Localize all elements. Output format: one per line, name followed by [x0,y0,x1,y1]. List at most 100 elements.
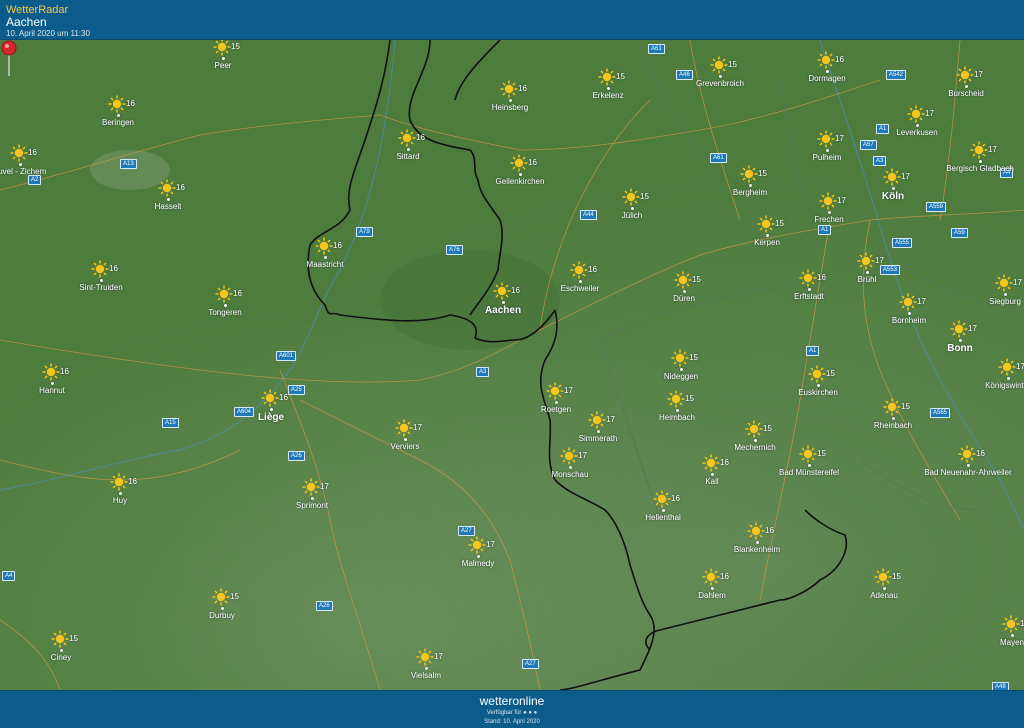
temperature-label: 15 [69,634,78,643]
sun-icon [110,473,128,491]
updated-text: Stand: 10. April 2020 [484,719,540,725]
city-name: Sprimont [295,501,329,510]
sun-icon [808,365,826,383]
city-name: Hasselt [154,202,182,211]
temperature-label: 16 [128,477,137,486]
city-dot [502,301,505,304]
city-dot [555,401,558,404]
city-name: Simmerath [578,434,618,443]
temperature-label: 15 [817,449,826,458]
sun-icon [546,382,564,400]
city-dot [719,75,722,78]
temperature-label: 17 [1016,362,1024,371]
sun-icon [653,490,671,508]
city-name: Heimbach [658,413,696,422]
sun-icon [857,252,875,270]
road-badge: A26 [288,451,305,461]
city-name: Eschweiler [560,284,600,293]
temperature-label: 16 [126,99,135,108]
temperature-label: 17 [968,324,977,333]
sun-icon [757,215,775,233]
temperature-label: 15 [230,592,239,601]
wetteronline-logo: wetteronline [479,694,545,708]
sun-icon [667,390,685,408]
city-dot [519,173,522,176]
temperature-label: 17 [320,482,329,491]
city-dot [19,163,22,166]
road-badge: A565 [930,408,951,418]
temperature-label: 16 [817,273,826,282]
city-name: Jülich [621,211,643,220]
sun-icon [883,398,901,416]
sun-icon [500,80,518,98]
road-badge: A25 [288,385,305,395]
city-name: Hellenthal [645,513,681,522]
sun-icon [416,648,434,666]
city-dot [51,382,54,385]
city-dot [711,473,714,476]
city-name: Kerpen [754,238,780,247]
temperature-label: 16 [720,572,729,581]
temperature-label: 15 [231,42,240,51]
location-pin-icon[interactable] [0,40,18,80]
sun-icon [702,454,720,472]
city-dot [119,492,122,495]
city-name: Brühl [857,275,877,284]
sun-icon [819,192,837,210]
sun-icon [745,420,763,438]
temperature-label: 16 [518,84,527,93]
road-badge: A15 [162,418,179,428]
temperature-label: 15 [1020,619,1024,628]
road-badge: A27 [522,659,539,669]
city-dot [883,587,886,590]
road-badge: A46 [676,70,693,80]
city-dot [607,87,610,90]
temperature-label: 17 [486,540,495,549]
sun-icon [874,568,892,586]
temperature-label: 15 [892,572,901,581]
city-name: Huy [112,496,128,505]
sun-icon [671,349,689,367]
road-badge: A27 [458,526,475,536]
city-name: Bonn [947,343,973,354]
road-badge: A604 [234,407,255,417]
temperature-label: 16 [416,133,425,142]
city-dot [662,509,665,512]
sun-icon [570,261,588,279]
sun-icon [395,419,413,437]
road-badge: A542 [886,70,907,80]
road-badge: A3 [873,156,887,166]
temperature-label: 16 [333,241,342,250]
city-dot [959,339,962,342]
city-name: Liège [257,412,285,423]
weather-map[interactable]: A61 A46 A542 A1 A57 A3 A4 A2 A13 A76 A79… [0,40,1024,690]
city-name: Rheinbach [873,421,913,430]
city-name: Dormagen [808,74,846,83]
sun-icon [398,129,416,147]
city-dot [711,587,714,590]
road-badge: A44 [580,210,597,220]
temperature-label: 17 [413,423,422,432]
temperature-label: 16 [671,494,680,503]
sun-icon [108,95,126,113]
temperature-label: 16 [176,183,185,192]
sun-icon [899,293,917,311]
temperature-label: 16 [511,286,520,295]
city-name: Blankenheim [733,545,781,554]
road-badge: A2 [28,175,42,185]
city-name: Frechen [814,215,844,224]
city-name: Bornheim [891,316,927,325]
sun-icon [510,154,528,172]
city-dot [407,148,410,151]
temperature-label: 15 [616,72,625,81]
temperature-label: 16 [765,526,774,535]
sun-icon [1002,615,1020,633]
city-name: Bergheim [732,188,768,197]
city-dot [569,466,572,469]
city-name: Verviers [390,442,420,451]
temperature-label: 17 [901,172,910,181]
road-badge: A601 [276,351,297,361]
sun-icon [315,237,333,255]
city-dot [892,417,895,420]
road-badge: A1 [818,225,832,235]
